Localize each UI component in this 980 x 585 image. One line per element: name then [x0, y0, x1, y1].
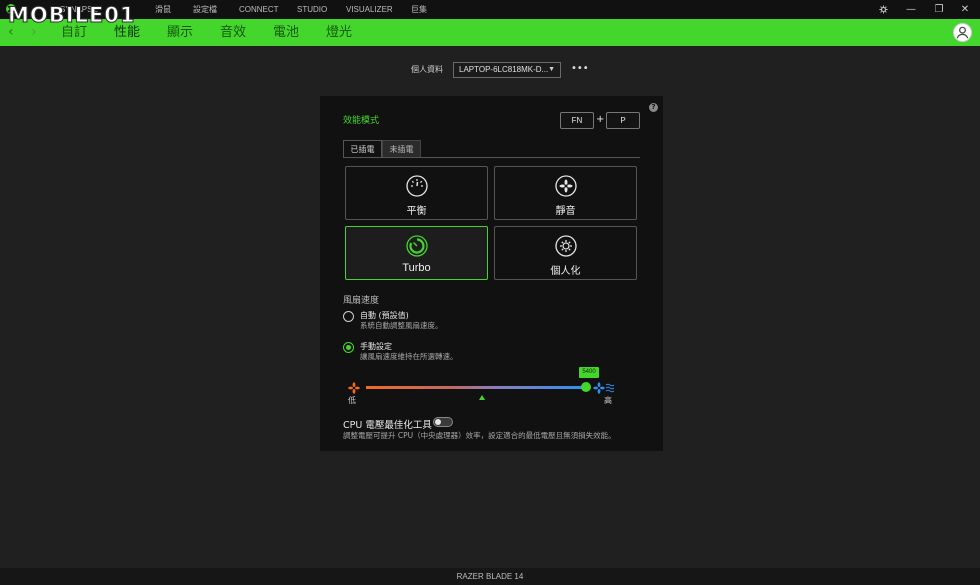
fan-slow-icon	[348, 382, 360, 394]
slider-high-label: 高	[604, 396, 612, 405]
device-name[interactable]: RAZER BLADE 14	[0, 572, 980, 581]
topnav-profiles[interactable]: 設定檔	[193, 0, 217, 19]
restore-button[interactable]: ❐	[929, 0, 949, 19]
tab-display[interactable]: 顯示	[167, 19, 193, 46]
turbo-gauge-icon	[405, 235, 428, 257]
topnav-visualizer[interactable]: VISUALIZER	[346, 0, 393, 19]
mode-custom-card[interactable]: 個人化	[494, 226, 637, 280]
gear-icon	[554, 235, 577, 257]
shortcut-key-p: P	[606, 112, 640, 129]
caret-down-icon: ▼	[548, 66, 555, 73]
mode-custom-label: 個人化	[550, 266, 581, 277]
topnav-macros[interactable]: 巨集	[411, 0, 427, 19]
mode-turbo-card[interactable]: Turbo	[345, 226, 488, 280]
toggle-knob	[435, 419, 441, 425]
fan-speed-value: 5400	[579, 367, 599, 378]
profile-dropdown[interactable]: LAPTOP-6LC818MK-D... ▼	[453, 62, 561, 78]
settings-button[interactable]	[873, 0, 893, 19]
tab-audio[interactable]: 音效	[220, 19, 246, 46]
section-nav-bar: ‹ › 自訂 性能 顯示 音效 電池 燈光	[0, 19, 980, 46]
user-avatar[interactable]	[953, 23, 972, 42]
tab-lighting[interactable]: 燈光	[326, 19, 352, 46]
fan-auto-desc: 系統自動調整風扇速度。	[360, 321, 443, 330]
mode-silent-card[interactable]: 靜音	[494, 166, 637, 220]
watermark-logo: MOBILE01	[8, 3, 136, 27]
topnav-connect[interactable]: CONNECT	[239, 0, 279, 19]
fan-speed-title: 風扇速度	[343, 296, 380, 306]
tab-on-battery[interactable]: 未插電	[382, 140, 421, 158]
gear-icon	[878, 5, 888, 14]
title-bar: MOBILE01 SYNAPSE 滑鼠 設定檔 CONNECT STUDIO V…	[0, 0, 980, 27]
fan-icon	[554, 175, 577, 197]
fan-auto-radio[interactable]	[343, 311, 354, 322]
mode-balanced-card[interactable]: 平衡	[345, 166, 488, 220]
mode-silent-label: 靜音	[555, 206, 576, 217]
shortcut-plus: +	[596, 114, 605, 125]
topnav-studio[interactable]: STUDIO	[297, 0, 327, 19]
cpu-undervolt-desc: 調整電壓可提升 CPU（中央處理器）效率，設定適合的最低電壓且無須損失效能。	[343, 431, 616, 440]
fan-manual-radio[interactable]	[343, 342, 354, 353]
fan-fast-icon	[593, 382, 614, 394]
fan-manual-desc: 讓風扇速度維持在所選轉速。	[360, 352, 458, 361]
performance-mode-title: 效能模式	[343, 116, 380, 126]
cpu-undervolt-label: CPU 電壓最佳化工具	[343, 420, 432, 431]
slider-default-marker	[479, 395, 485, 400]
profile-label: 個人資料	[411, 65, 443, 74]
profile-selected-value: LAPTOP-6LC818MK-D...	[459, 65, 549, 74]
tab-plugged-in[interactable]: 已插電	[343, 140, 382, 158]
tab-battery[interactable]: 電池	[273, 19, 299, 46]
cpu-undervolt-toggle[interactable]	[433, 417, 453, 427]
mode-turbo-label: Turbo	[402, 262, 431, 274]
shortcut-key-fn: FN	[560, 112, 594, 129]
tab-divider	[343, 157, 640, 158]
topnav-mouse[interactable]: 滑鼠	[155, 0, 171, 19]
fan-speed-slider-thumb[interactable]	[581, 382, 591, 392]
slider-low-label: 低	[348, 396, 356, 405]
user-icon	[956, 26, 969, 39]
close-button[interactable]: ✕	[955, 0, 975, 19]
fan-speed-slider-track[interactable]	[366, 386, 586, 389]
speedometer-icon	[405, 175, 428, 197]
more-options-button[interactable]: •••	[571, 62, 589, 76]
mode-balanced-label: 平衡	[406, 206, 427, 217]
minimize-button[interactable]: —	[901, 0, 921, 19]
help-icon[interactable]: ?	[649, 103, 658, 112]
